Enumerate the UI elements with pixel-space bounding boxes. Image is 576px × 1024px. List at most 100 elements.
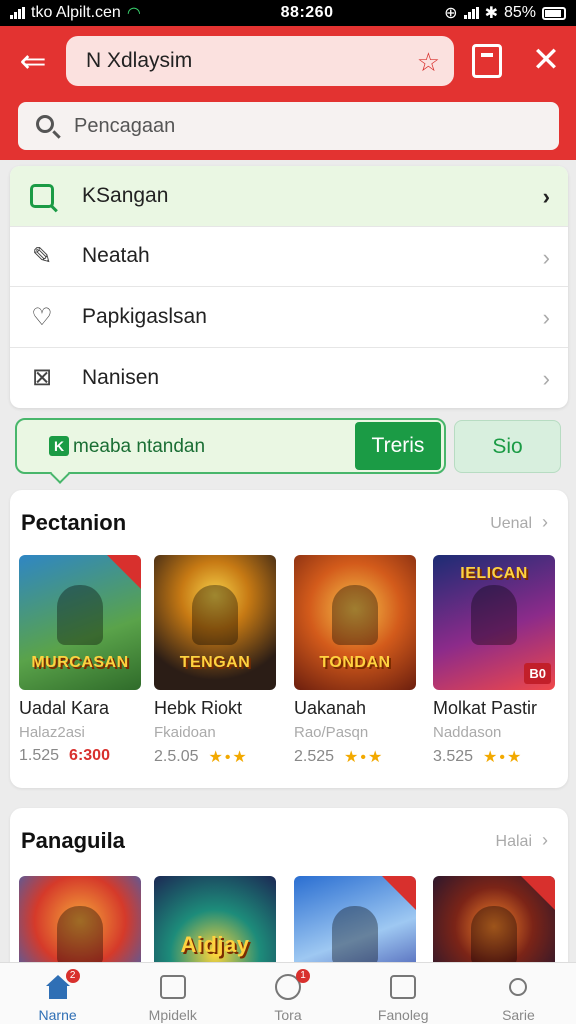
nav-map[interactable]: Mpidelk bbox=[115, 963, 230, 1024]
chevron-right-icon: › bbox=[542, 365, 550, 391]
game-card[interactable]: TONDAN Uakanah Rao/Pasqn 2.525 ★•★ bbox=[294, 555, 416, 767]
featured-section: Pectanion Uenal › MURCASAN Uadal Kara Hal… bbox=[10, 490, 568, 788]
wifi-icon: ◠ bbox=[126, 5, 141, 22]
character-art bbox=[57, 906, 103, 966]
nav-library[interactable]: Fanoleg bbox=[346, 963, 461, 1024]
star-icon[interactable]: ☆ bbox=[417, 47, 440, 78]
section-title: Pectanion bbox=[21, 510, 127, 535]
game-name: Uadal Kara bbox=[19, 698, 110, 718]
promo-pointer bbox=[50, 464, 70, 484]
menu-item-neatah[interactable]: ✎ Neatah › bbox=[10, 227, 568, 287]
search-placeholder: Pencagaan bbox=[74, 114, 176, 137]
promo-button[interactable]: Treris bbox=[355, 422, 441, 470]
page-title: N Xdlaysim bbox=[86, 49, 193, 72]
game-logo-text: Aidjay bbox=[180, 932, 250, 957]
game-logo-text: MURCASAN bbox=[31, 654, 129, 671]
game-rating: 2.525 bbox=[294, 748, 335, 765]
library-icon bbox=[388, 973, 418, 1001]
character-art bbox=[332, 585, 378, 645]
character-art bbox=[332, 906, 378, 966]
game-rating: 3.525 bbox=[433, 748, 474, 765]
game-name: Molkat Pastir bbox=[433, 698, 538, 718]
nav-label: Sarie bbox=[502, 1007, 535, 1023]
status-bar: tko Alpilt.cen ◠ 88:260 ⊕ ✱ 85% bbox=[0, 0, 576, 26]
game-developer: Rao/Pasqn bbox=[294, 724, 369, 741]
character-art bbox=[471, 585, 517, 645]
see-all-link[interactable]: Halai › bbox=[496, 830, 548, 851]
chevron-right-icon: › bbox=[542, 830, 548, 850]
character-art bbox=[471, 906, 517, 966]
game-thumbnail: IELICAN B0 bbox=[433, 555, 555, 690]
close-icon[interactable]: ✕ bbox=[528, 40, 564, 80]
clock: 88:260 bbox=[280, 4, 334, 21]
character-art bbox=[192, 585, 238, 645]
box-icon: ⊠ bbox=[31, 364, 53, 391]
cell-signal-icon bbox=[463, 7, 479, 19]
game-rating: 2.5.05 bbox=[154, 748, 199, 765]
game-thumbnail: TONDAN bbox=[294, 555, 416, 690]
game-card[interactable]: IELICAN B0 Molkat Pastir Naddason 3.525 … bbox=[433, 555, 555, 767]
sale-ribbon bbox=[382, 876, 416, 910]
see-all-link[interactable]: Uenal › bbox=[490, 512, 548, 533]
title-field[interactable]: N Xdlaysim ☆ bbox=[66, 36, 454, 86]
notification-badge: 1 bbox=[296, 969, 310, 983]
carrier-label: tko Alpilt.cen bbox=[31, 4, 121, 21]
game-developer: Fkaidoan bbox=[154, 724, 216, 741]
battery-icon bbox=[542, 6, 566, 20]
game-card[interactable]: MURCASAN Uadal Kara Halaz2asi 1.525 6:30… bbox=[19, 555, 141, 765]
brush-icon: ✎ bbox=[31, 243, 53, 270]
game-price: 6:300 bbox=[69, 747, 110, 764]
search-icon bbox=[36, 115, 54, 133]
star-rating-icon: ★•★ bbox=[208, 749, 249, 766]
alarm-icon: ⊕ bbox=[444, 5, 458, 22]
nav-home[interactable]: 2 Narne bbox=[0, 963, 115, 1024]
search-square-icon bbox=[28, 182, 56, 210]
secondary-button[interactable]: Sio bbox=[454, 420, 561, 473]
promo-text: meaba ntandan bbox=[73, 436, 206, 457]
menu-item-label: Papkigaslsan bbox=[82, 304, 207, 328]
back-arrow-icon[interactable]: ⇐ bbox=[14, 42, 52, 80]
game-logo-text: TONDAN bbox=[319, 654, 391, 671]
promo-banner[interactable]: K meaba ntandan Treris bbox=[15, 418, 446, 484]
game-thumbnail: MURCASAN bbox=[19, 555, 141, 690]
search-input[interactable]: Pencagaan bbox=[18, 102, 559, 150]
app-header: ⇐ N Xdlaysim ☆ ✕ Pencagaan bbox=[0, 26, 576, 160]
chevron-right-icon: › bbox=[542, 512, 548, 532]
menu-item-label: KSangan bbox=[82, 183, 169, 207]
bluetooth-icon: ✱ bbox=[484, 5, 498, 22]
game-name: Hebk Riokt bbox=[154, 698, 243, 718]
menu-item-papkigaslsan[interactable]: ♡ Papkigaslsan › bbox=[10, 287, 568, 348]
game-rating: 1.525 bbox=[19, 747, 60, 764]
category-section: Panaguila Halai › Aidjay bbox=[10, 808, 568, 988]
battery-label: 85% bbox=[503, 4, 536, 21]
menu-item-ksangan[interactable]: KSangan › bbox=[10, 166, 568, 227]
sale-ribbon bbox=[107, 555, 141, 589]
age-badge: B0 bbox=[524, 663, 551, 684]
chevron-right-icon: › bbox=[542, 305, 550, 330]
map-icon bbox=[158, 973, 188, 1001]
heart-icon: ♡ bbox=[31, 303, 53, 331]
see-all-label: Uenal bbox=[490, 515, 532, 532]
game-logo-text: TENGAN bbox=[179, 654, 251, 671]
star-rating-icon: ★•★ bbox=[483, 749, 524, 766]
bottom-navigation: 2 Narne Mpidelk 1 Tora Fanoleg Sarie bbox=[0, 962, 576, 1024]
nav-label: Fanoleg bbox=[377, 1007, 429, 1023]
promo-icon: K bbox=[49, 436, 69, 456]
nav-label: Narne bbox=[38, 1007, 77, 1023]
star-rating-icon: ★•★ bbox=[344, 749, 385, 766]
nav-clock[interactable]: 1 Tora bbox=[230, 963, 345, 1024]
game-developer: Naddason bbox=[433, 724, 502, 741]
menu-item-label: Neatah bbox=[82, 244, 150, 268]
nav-profile[interactable]: Sarie bbox=[461, 963, 576, 1024]
signal-icon bbox=[10, 7, 25, 19]
bookmark-icon[interactable] bbox=[472, 44, 502, 78]
game-card[interactable]: TENGAN Hebk Riokt Fkaidoan 2.5.05 ★•★ bbox=[154, 555, 276, 767]
game-logo-text: IELICAN bbox=[460, 565, 528, 582]
nav-label: Mpidelk bbox=[148, 1007, 197, 1023]
game-thumbnail: TENGAN bbox=[154, 555, 276, 690]
game-developer: Halaz2asi bbox=[19, 724, 85, 741]
category-menu: KSangan › ✎ Neatah › ♡ Papkigaslsan › ⊠ … bbox=[10, 166, 568, 408]
game-name: Uakanah bbox=[294, 698, 367, 718]
chevron-right-icon: › bbox=[542, 244, 550, 270]
menu-item-nanisen[interactable]: ⊠ Nanisen › bbox=[10, 348, 568, 409]
